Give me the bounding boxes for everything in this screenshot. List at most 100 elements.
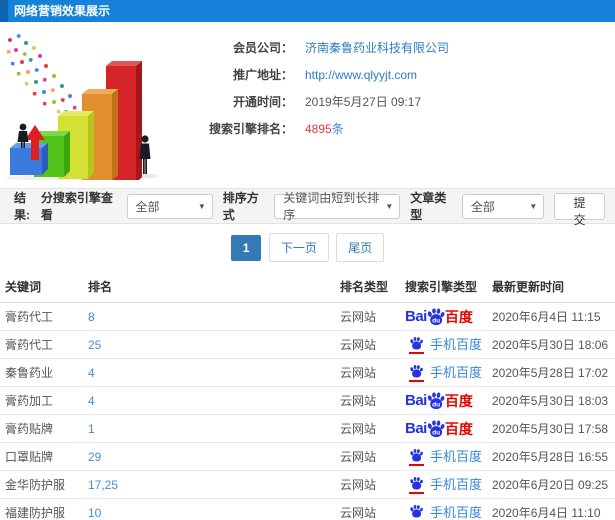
page-1-button[interactable]: 1 [230, 235, 262, 261]
sort-select[interactable]: 关键词由短到长排序 ▼ [274, 191, 401, 222]
baidu-mobile-logo: 手机百度 [405, 448, 482, 466]
engine-cell: 手机百度 [400, 358, 487, 387]
growth-bar-chart-illustration [0, 28, 175, 183]
baidu-cn-wordmark: 百度 [444, 420, 473, 437]
next-page-button[interactable]: 下一页 [268, 233, 329, 262]
engine-filter-select[interactable]: 全部 ▼ [126, 193, 213, 219]
rank-link[interactable]: 1 [88, 422, 95, 436]
rank-link[interactable]: 10 [88, 506, 101, 520]
rank-link[interactable]: 4 [88, 394, 95, 408]
article-type-value: 全部 [470, 199, 495, 214]
engine-cell: Bai du 百度 [400, 414, 487, 443]
svg-text:du: du [432, 401, 440, 408]
keyword-cell: 口罩贴牌 [0, 442, 83, 471]
member-info-section: 会员公司： 济南秦鲁药业科技有限公司 推广地址： http://www.qlyy… [0, 22, 615, 188]
rank-type-cell: 云网站 [335, 358, 400, 387]
rank-cell: 10 [83, 498, 335, 520]
baidu-mobile-label: 手机百度 [430, 449, 483, 464]
promo-url-link[interactable]: http://www.qlyyjt.com [305, 68, 417, 82]
member-info-fields: 会员公司： 济南秦鲁药业科技有限公司 推广地址： http://www.qlyy… [175, 28, 449, 180]
article-type-select[interactable]: 全部 ▼ [461, 193, 545, 219]
rank-cell: 25 [83, 330, 335, 359]
keyword-cell: 膏药贴牌 [0, 414, 83, 443]
engine-cell: 手机百度 [400, 442, 487, 471]
svg-text:du: du [432, 317, 440, 324]
baidu-paw-icon [409, 336, 424, 354]
keyword-cell: 膏药加工 [0, 386, 83, 415]
baidu-paw-icon [409, 476, 424, 494]
baidu-mobile-label: 手机百度 [430, 337, 483, 352]
chevron-down-icon: ▼ [529, 201, 538, 211]
baidu-paw-icon: du [426, 419, 446, 439]
keyword-cell: 膏药代工 [0, 330, 83, 359]
baidu-paw-icon: du [426, 307, 446, 327]
filter-controls: 分搜索引擎查看 全部 ▼ 排序方式 关键词由短到长排序 ▼ 文章类型 全部 ▼ … [41, 189, 606, 227]
company-row: 会员公司： 济南秦鲁药业科技有限公司 [175, 34, 449, 61]
rank-type-cell: 云网站 [335, 414, 400, 443]
updated-cell: 2020年6月4日 11:15 [487, 302, 615, 331]
rank-link[interactable]: 29 [88, 450, 101, 464]
keyword-cell: 金华防护服 [0, 470, 83, 499]
pagination: 1 下一页 尾页 [0, 224, 615, 271]
company-link[interactable]: 济南秦鲁药业科技有限公司 [305, 39, 449, 56]
last-page-button[interactable]: 尾页 [336, 233, 385, 262]
baidu-wordmark: Bai [405, 420, 427, 437]
engine-cell: 手机百度 [400, 498, 487, 520]
baidu-mobile-label: 手机百度 [430, 505, 483, 520]
rank-type-cell: 云网站 [335, 470, 400, 499]
open-time-label: 开通时间： [232, 95, 293, 109]
growth-bar-chart-image [5, 33, 158, 183]
table-row: 膏药加工 4 云网站 Bai du 百度 2020年5月30日 18:03 [0, 386, 615, 415]
open-time-row: 开通时间： 2019年5月27日 09:17 [175, 88, 449, 115]
rank-type-cell: 云网站 [335, 498, 400, 520]
engine-rank-label: 搜索引擎排名： [208, 122, 293, 136]
page-title: 网络营销效果展示 [14, 4, 111, 18]
rank-link[interactable]: 4 [88, 366, 95, 380]
baidu-paw-icon [409, 504, 424, 520]
updated-cell: 2020年5月28日 16:55 [487, 442, 615, 471]
submit-button[interactable]: 提交 [554, 192, 606, 227]
promo-url-label: 推广地址： [232, 68, 293, 82]
baidu-pc-logo: Bai du 百度 [405, 419, 473, 439]
engine-cell: 手机百度 [400, 470, 487, 499]
baidu-pc-logo: Bai du 百度 [405, 307, 473, 327]
rank-cell: 4 [83, 386, 335, 415]
engine-rank-row: 搜索引擎排名： 4895 条 [175, 115, 449, 142]
updated-cell: 2020年5月28日 17:02 [487, 358, 615, 387]
results-table-body: 膏药代工 8 云网站 Bai du 百度 2020年6月4日 11:15 膏药代工 25 云网站手… [0, 302, 615, 520]
baidu-mobile-logo: 手机百度 [405, 336, 482, 354]
table-row: 口罩贴牌 29 云网站 手机百度 2020年5月28日 16:55 [0, 442, 615, 471]
article-type-label: 文章类型 [410, 191, 447, 222]
baidu-mobile-logo: 手机百度 [405, 476, 482, 494]
rank-type-header: 排名类型 [335, 271, 400, 303]
rank-link[interactable]: 8 [88, 310, 95, 324]
rank-link[interactable]: 25 [88, 338, 101, 352]
baidu-mobile-logo: 手机百度 [405, 364, 482, 382]
table-row: 膏药贴牌 1 云网站 Bai du 百度 2020年5月30日 17:58 [0, 414, 615, 443]
baidu-cn-wordmark: 百度 [444, 308, 473, 325]
engine-cell: Bai du 百度 [400, 302, 487, 331]
updated-cell: 2020年6月20日 09:25 [487, 470, 615, 499]
baidu-wordmark: Bai [405, 308, 427, 325]
rank-cell: 17,25 [83, 470, 335, 499]
updated-cell: 2020年5月30日 17:58 [487, 414, 615, 443]
rank-type-cell: 云网站 [335, 442, 400, 471]
rank-type-cell: 云网站 [335, 330, 400, 359]
updated-header: 最新更新时间 [487, 271, 615, 303]
baidu-paw-icon: du [426, 391, 446, 411]
rank-link[interactable]: 17,25 [88, 478, 118, 492]
keyword-header: 关键词 [0, 271, 83, 303]
keyword-cell: 膏药代工 [0, 302, 83, 331]
baidu-mobile-label: 手机百度 [430, 365, 483, 380]
rank-header: 排名 [83, 271, 335, 303]
page-title-bar: 网络营销效果展示 [0, 0, 615, 22]
table-row: 福建防护服 10 云网站 手机百度 2020年6月4日 11:10 [0, 498, 615, 520]
baidu-mobile-logo: 手机百度 [405, 504, 482, 520]
promo-url-row: 推广地址： http://www.qlyyjt.com [175, 61, 449, 88]
engine-cell: Bai du 百度 [400, 386, 487, 415]
results-filter-bar: 结果: 分搜索引擎查看 全部 ▼ 排序方式 关键词由短到长排序 ▼ 文章类型 全… [0, 188, 615, 227]
engine-rank-count: 4895 [305, 121, 332, 136]
rank-cell: 4 [83, 358, 335, 387]
table-row: 秦鲁药业 4 云网站 手机百度 2020年5月28日 17:02 [0, 358, 615, 387]
table-header-row: 关键词 排名 排名类型 搜索引擎类型 最新更新时间 [0, 271, 615, 303]
